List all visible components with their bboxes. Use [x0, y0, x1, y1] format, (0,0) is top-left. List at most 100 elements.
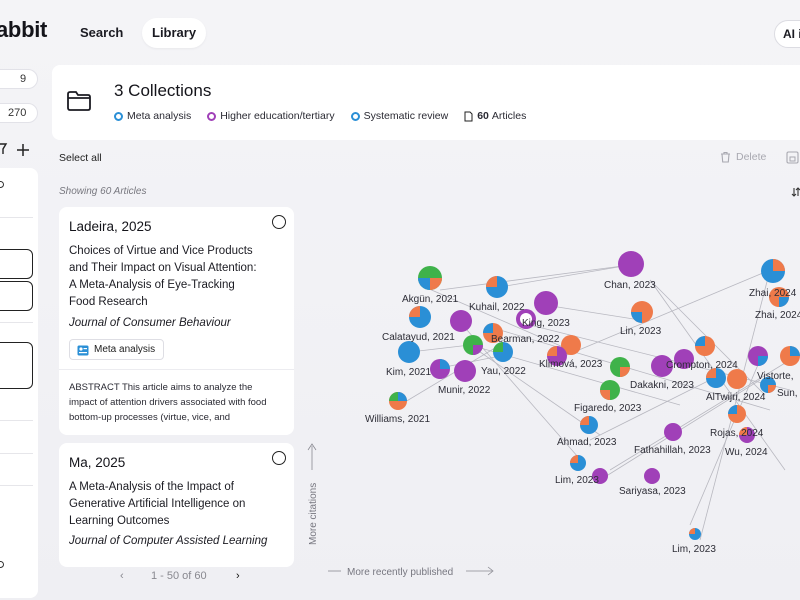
node-ahmad-2023: [580, 416, 598, 434]
node-vistorte: [748, 346, 768, 366]
next-page-button[interactable]: ›: [236, 570, 240, 582]
graph-axes: More citations More recently published: [307, 443, 494, 578]
article-card[interactable]: Ladeira, 2025 Choices of Virtue and Vice…: [59, 207, 294, 435]
sidebar-input[interactable]: [0, 281, 33, 311]
tag-label: Higher education/tertiary: [220, 110, 335, 122]
svg-text:Akgün, 2021: Akgün, 2021: [402, 294, 459, 305]
x-axis-label: More recently published: [347, 567, 453, 578]
svg-text:Yau, 2022: Yau, 2022: [481, 366, 526, 377]
node-kim-2021: [398, 341, 420, 363]
prev-page-button[interactable]: ‹: [120, 570, 124, 582]
article-tag[interactable]: Meta analysis: [69, 339, 165, 360]
node-yau-2022: [454, 360, 476, 382]
node-bearman-2022: [463, 335, 483, 355]
svg-text:Lim, 2023: Lim, 2023: [555, 475, 599, 486]
sidebar-item-count-b[interactable]: 270: [0, 103, 38, 123]
sidebar-textarea[interactable]: [0, 342, 33, 389]
sidebar-input[interactable]: [0, 249, 33, 279]
save-icon[interactable]: [786, 151, 800, 169]
node-king-2023: [534, 291, 558, 315]
article-author-year: Ma, 2025: [69, 455, 126, 470]
y-axis-label: More citations: [308, 483, 319, 545]
node-akgun-2021: [418, 266, 442, 290]
pagination: ‹ 1 - 50 of 60 ›: [110, 570, 260, 586]
svg-text:Calatayud, 2021: Calatayud, 2021: [382, 332, 455, 343]
node-munir-2022: [430, 359, 450, 379]
article-title[interactable]: A Meta-Analysis of the Impact of Generat…: [69, 479, 259, 530]
plus-icon[interactable]: [15, 142, 31, 163]
divider: [0, 217, 33, 218]
node-crompton-2024: [695, 336, 715, 356]
svg-text:Dakakni, 2023: Dakakni, 2023: [630, 380, 694, 391]
svg-text:Crompton, 2024: Crompton, 2024: [666, 360, 738, 371]
node-fathahillah-2023: [664, 423, 682, 441]
node-altwijri-2024: [706, 368, 726, 388]
node-lim-2023b: [689, 528, 701, 540]
article-count-value: 60: [477, 110, 489, 122]
pagination-label: 1 - 50 of 60: [151, 570, 207, 582]
top-bar: abbit Search Library AI i: [0, 0, 800, 64]
svg-text:Rojas, 2024: Rojas, 2024: [710, 428, 764, 439]
svg-text:Munir, 2022: Munir, 2022: [438, 385, 491, 396]
node-kuhail-2022: [486, 276, 508, 298]
svg-text:Kuhail, 2022: Kuhail, 2022: [469, 302, 525, 313]
citation-graph[interactable]: Chan, 2023 Kuhail, 2022 Akgün, 2021 King…: [300, 200, 800, 600]
collection-header: 3 Collections Meta analysis Higher educa…: [52, 65, 800, 140]
divider: [0, 420, 33, 421]
ai-button[interactable]: AI i: [774, 20, 800, 48]
svg-text:Figaredo, 2023: Figaredo, 2023: [574, 403, 642, 414]
node-lin-2023: [631, 301, 653, 323]
svg-text:King, 2023: King, 2023: [522, 318, 570, 329]
divider: [59, 369, 294, 370]
tag-meta-analysis[interactable]: Meta analysis: [114, 110, 191, 122]
article-select-checkbox[interactable]: [272, 215, 286, 229]
svg-text:Chan, 2023: Chan, 2023: [604, 280, 656, 291]
svg-text:Fathahillah, 2023: Fathahillah, 2023: [634, 445, 711, 456]
nav-search[interactable]: Search: [70, 18, 133, 48]
article-abstract: ABSTRACT This article aims to analyze th…: [69, 382, 267, 423]
svg-text:Ahmad, 2023: Ahmad, 2023: [557, 437, 617, 448]
node-790: [780, 346, 800, 366]
article-card[interactable]: Ma, 2025 A Meta-Analysis of the Impact o…: [59, 443, 294, 567]
tag-systematic-review[interactable]: Systematic review: [350, 110, 448, 122]
svg-text:Williams, 2021: Williams, 2021: [365, 414, 430, 425]
divider: [0, 453, 33, 454]
svg-text:Wu, 2024: Wu, 2024: [725, 447, 768, 458]
svg-text:Sariyasa, 2023: Sariyasa, 2023: [619, 486, 686, 497]
article-tag-label: Meta analysis: [94, 344, 156, 355]
tag-icon: [77, 345, 89, 356]
sidebar-item-count-a[interactable]: 9: [0, 69, 38, 89]
tag-higher-education[interactable]: Higher education/tertiary: [207, 110, 335, 122]
divider: [0, 322, 33, 323]
article-title[interactable]: Choices of Virtue and Vice Products and …: [69, 243, 259, 311]
node-figaredo-2023: [600, 380, 620, 400]
svg-text:Kim, 2021: Kim, 2021: [386, 367, 431, 378]
node-williams-2021: [389, 392, 407, 410]
delete-button[interactable]: Delete: [720, 151, 766, 163]
svg-text:Klimová, 2023: Klimová, 2023: [539, 359, 603, 370]
tag-color-icon: [114, 111, 123, 121]
svg-text:Sun,: Sun,: [777, 388, 798, 399]
showing-count: Showing 60 Articles: [59, 186, 147, 197]
count-badge: 270: [8, 107, 27, 119]
svg-text:Vistorte,: Vistorte,: [757, 371, 794, 382]
svg-text:Bearman, 2022: Bearman, 2022: [491, 334, 560, 345]
tag-label: Meta analysis: [127, 110, 192, 122]
select-all-button[interactable]: Select all: [59, 152, 102, 164]
node-620: [610, 357, 630, 377]
svg-text:Zhai, 2024: Zhai, 2024: [755, 310, 800, 321]
node-sariyasa-2023: [644, 468, 660, 484]
article-select-checkbox[interactable]: [272, 451, 286, 465]
filter-icon[interactable]: [0, 142, 8, 161]
node-rojas-2024: [728, 405, 746, 423]
tag-color-icon: [350, 111, 360, 121]
trash-icon: [721, 151, 730, 163]
article-author-year: Ladeira, 2025: [69, 219, 152, 234]
collection-tags: Meta analysis Higher education/tertiary …: [114, 110, 542, 122]
svg-text:AlTwijri, 2024: AlTwijri, 2024: [706, 392, 766, 403]
article-journal: Journal of Consumer Behaviour: [69, 317, 231, 329]
nav-library[interactable]: Library: [142, 18, 207, 48]
document-icon: [464, 111, 473, 121]
app-logo[interactable]: abbit: [0, 17, 47, 43]
node-737: [727, 369, 747, 389]
